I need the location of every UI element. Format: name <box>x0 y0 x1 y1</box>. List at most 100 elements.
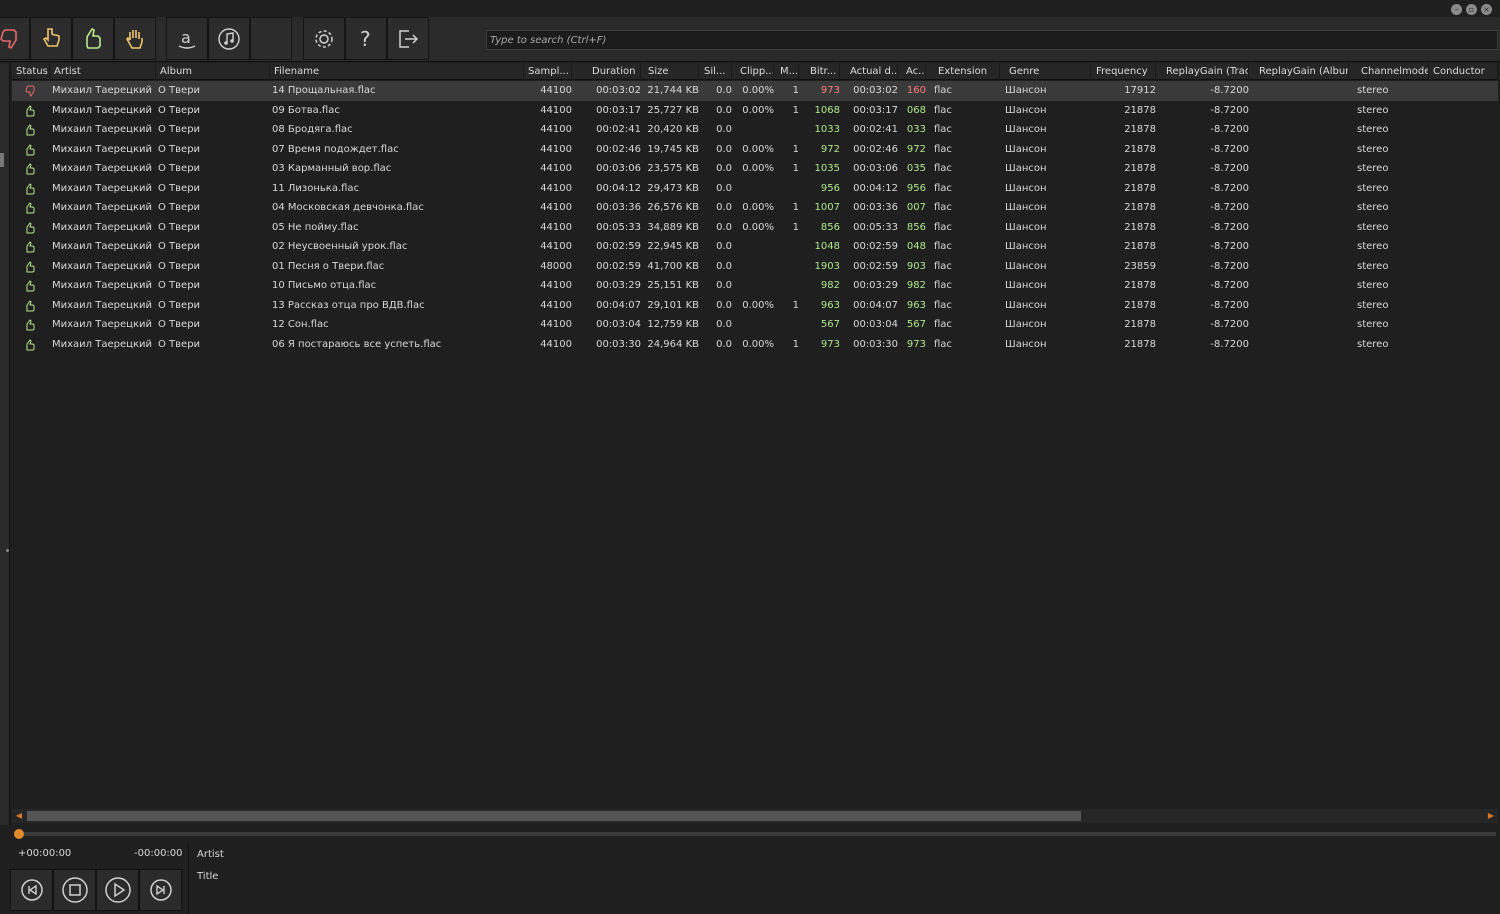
cell-artist: Михаил Таерецкий <box>52 221 152 233</box>
cell-filename: 05 Не пойму.flac <box>272 221 359 233</box>
cell-size: 19,745 KB <box>647 143 699 155</box>
table-row[interactable]: Михаил Таерецкий О Твери 08 Бродяга.flac 44… <box>12 120 1498 140</box>
column-header-status[interactable]: Status <box>12 63 50 80</box>
cell-genre: Шансон <box>1005 299 1047 311</box>
thumbs-up-icon <box>26 299 35 311</box>
stop-button[interactable] <box>53 869 96 911</box>
column-header-ext[interactable]: Extension <box>934 63 1000 80</box>
column-header-genre[interactable]: Genre <box>1005 63 1091 80</box>
cell-silence: 0.0 <box>716 124 732 135</box>
thumbs-down-button[interactable] <box>0 17 30 60</box>
table-row[interactable]: Михаил Таерецкий О Твери 09 Ботва.flac 4410… <box>12 101 1498 121</box>
table-row[interactable]: Михаил Таерецкий О Твери 14 Прощальная.fla… <box>12 81 1498 101</box>
scroll-left-icon[interactable]: ◀ <box>14 811 24 821</box>
previous-button[interactable] <box>10 869 53 911</box>
close-button[interactable]: × <box>1481 4 1492 15</box>
column-header-artist[interactable]: Artist <box>50 63 156 80</box>
seek-handle[interactable] <box>14 829 24 839</box>
table-row[interactable]: Михаил Таерецкий О Твери 11 Лизонька.flac 4… <box>12 179 1498 199</box>
cell-rg-album <box>1257 315 1351 335</box>
play-button[interactable] <box>96 869 139 911</box>
music-button[interactable] <box>208 17 250 60</box>
column-header-filename[interactable]: Filename <box>270 63 524 80</box>
cell-channel: stereo <box>1357 299 1389 311</box>
table-row[interactable]: Михаил Таерецкий О Твери 02 Неусвоенный ур… <box>12 237 1498 257</box>
table-row[interactable]: Михаил Таерецкий О Твери 06 Я постараюсь в… <box>12 335 1498 355</box>
exit-button[interactable] <box>387 17 429 60</box>
cell-conductor <box>1431 237 1498 257</box>
cell-rg-track: -8.7200 <box>1210 202 1249 213</box>
column-header-rg-album[interactable]: ReplayGain (Album) <box>1255 63 1349 80</box>
cell-genre: Шансон <box>1005 104 1047 116</box>
cell-size: 41,700 KB <box>647 260 699 272</box>
column-header-freq[interactable]: Frequency <box>1092 63 1156 80</box>
cell-sample: 44100 <box>540 202 572 213</box>
cell-size: 29,473 KB <box>647 182 699 194</box>
cell-channel: stereo <box>1357 280 1389 291</box>
search-input[interactable] <box>486 30 1498 50</box>
column-header-channel[interactable]: Channelmode <box>1357 63 1429 80</box>
rail-splitter-handle[interactable] <box>6 549 9 552</box>
cell-silence: 0.0 <box>716 85 732 96</box>
cell-rg-album <box>1257 81 1351 101</box>
table-row[interactable]: Михаил Таерецкий О Твери 10 Письмо отца.fl… <box>12 276 1498 296</box>
cell-sample: 44100 <box>540 85 572 96</box>
cell-album: О Твери <box>158 143 201 155</box>
cell-actual-duration: 00:02:41 <box>853 124 898 135</box>
pointing-hand-button[interactable] <box>30 17 72 60</box>
column-header-rg-track[interactable]: ReplayGain (Track) <box>1162 63 1249 80</box>
column-header-album[interactable]: Album <box>156 63 270 80</box>
thumbs-up-button[interactable] <box>72 17 114 60</box>
cell-conductor <box>1431 257 1498 277</box>
cell-m <box>776 315 799 335</box>
cell-genre: Шансон <box>1005 280 1047 291</box>
horizontal-scrollbar[interactable]: ◀ ▶ <box>12 809 1498 823</box>
blank-button[interactable] <box>250 17 292 60</box>
column-header-size[interactable]: Size <box>644 63 699 80</box>
svg-text:?: ? <box>360 27 371 51</box>
cell-clipping <box>736 237 774 257</box>
column-header-duration[interactable]: Duration <box>588 63 641 80</box>
cell-size: 12,759 KB <box>647 319 699 330</box>
table-row[interactable]: Михаил Таерецкий О Твери 04 Московская дев… <box>12 198 1498 218</box>
column-header-actual-duration[interactable]: Actual d... <box>846 63 898 80</box>
column-header-conductor[interactable]: Conductor <box>1429 63 1498 80</box>
settings-button[interactable] <box>303 17 345 60</box>
cell-m <box>776 237 799 257</box>
thumbs-up-icon <box>26 104 35 116</box>
column-header-ac[interactable]: Ac... <box>902 63 926 80</box>
scroll-right-icon[interactable]: ▶ <box>1486 811 1496 821</box>
scrollbar-thumb[interactable] <box>27 811 1081 821</box>
cell-size: 25,151 KB <box>647 280 699 291</box>
amazon-button[interactable]: a <box>166 17 208 60</box>
table-row[interactable]: Михаил Таерецкий О Твери 01 Песня о Твери.… <box>12 257 1498 277</box>
next-button[interactable] <box>139 869 182 911</box>
cell-filename: 01 Песня о Твери.flac <box>272 260 385 272</box>
seek-bar[interactable] <box>14 829 1496 839</box>
cell-bitrate: 963 <box>820 299 840 311</box>
column-header-silence[interactable]: Sil... <box>700 63 732 80</box>
column-header-m[interactable]: M... <box>776 63 799 80</box>
table-row[interactable]: Михаил Таерецкий О Твери 03 Карманный вор.… <box>12 159 1498 179</box>
table-row[interactable]: Михаил Таерецкий О Твери 07 Время подождет… <box>12 140 1498 160</box>
previous-icon <box>20 879 43 901</box>
cell-freq: 17912 <box>1124 85 1156 96</box>
column-header-sample[interactable]: Sampl... <box>524 63 572 80</box>
column-header-bitrate[interactable]: Bitr... <box>806 63 840 80</box>
help-button[interactable]: ? <box>345 17 387 60</box>
cell-artist: Михаил Таерецкий <box>52 163 152 174</box>
cell-album: О Твери <box>158 85 201 96</box>
restore-button[interactable]: ▫ <box>1466 4 1477 15</box>
cell-silence: 0.0 <box>716 221 732 233</box>
table-row[interactable]: Михаил Таерецкий О Твери 12 Сон.flac 44100 0… <box>12 315 1498 335</box>
raised-hand-button[interactable] <box>114 17 156 60</box>
table-row[interactable]: Михаил Таерецкий О Твери 05 Не пойму.flac 4… <box>12 218 1498 238</box>
table-row[interactable]: Михаил Таерецкий О Твери 13 Рассказ отца п… <box>12 296 1498 316</box>
cell-ac: 068 <box>906 104 926 116</box>
cell-silence: 0.0 <box>716 241 732 252</box>
minimize-button[interactable]: – <box>1451 4 1462 15</box>
cell-conductor <box>1431 315 1498 335</box>
column-header-clipping[interactable]: Clipp... <box>736 63 774 80</box>
cell-filename: 09 Ботва.flac <box>272 104 340 116</box>
thumbs-up-icon <box>26 280 35 292</box>
